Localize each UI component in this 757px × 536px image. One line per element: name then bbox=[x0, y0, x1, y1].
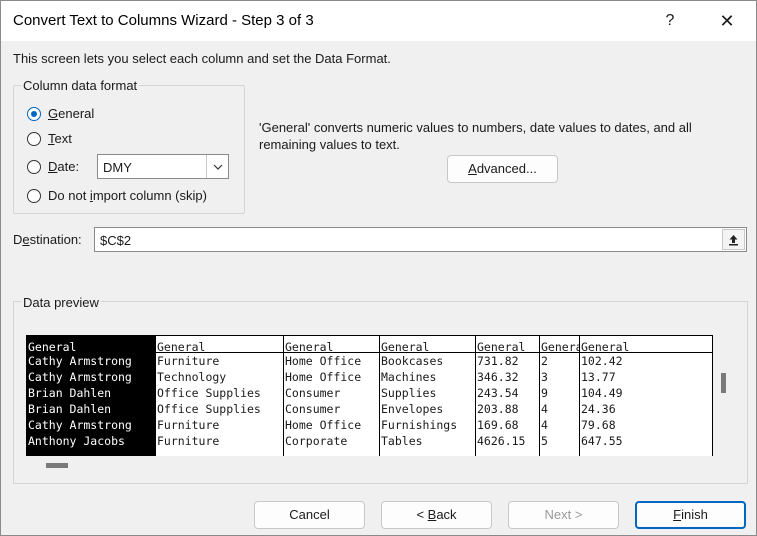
destination-value: $C$2 bbox=[100, 233, 132, 248]
destination-label: Destination: bbox=[13, 232, 82, 247]
preview-cell: Cathy Armstrong bbox=[28, 418, 132, 432]
wizard-description: This screen lets you select each column … bbox=[13, 51, 391, 66]
preview-cell: Technology bbox=[157, 370, 227, 384]
column-header: General bbox=[580, 336, 712, 353]
preview-cell: 104.49 bbox=[581, 386, 623, 400]
back-button[interactable]: < Back bbox=[381, 501, 492, 529]
data-preview-legend: Data preview bbox=[21, 295, 101, 310]
preview-cell: Furnishings bbox=[381, 418, 458, 432]
preview-cell: 243.54 bbox=[477, 386, 519, 400]
horizontal-scrollbar-thumb[interactable] bbox=[46, 463, 68, 468]
destination-input[interactable]: $C$2 bbox=[94, 227, 747, 252]
finish-button[interactable]: Finish bbox=[635, 501, 746, 529]
preview-cell: Envelopes bbox=[381, 402, 444, 416]
column-header: General bbox=[284, 336, 379, 353]
radio-text-label: Text bbox=[48, 131, 72, 146]
preview-column-5[interactable]: General 731.82 346.32 243.54 203.88 169.… bbox=[475, 336, 539, 456]
radio-date-button[interactable] bbox=[27, 159, 41, 174]
title-bar: Convert Text to Columns Wizard - Step 3 … bbox=[1, 1, 756, 41]
preview-cell: 4626.15 bbox=[477, 434, 526, 448]
radio-date-label: Date: bbox=[48, 159, 80, 174]
preview-column-1[interactable]: General Cathy Armstrong Cathy Armstrong … bbox=[26, 336, 155, 456]
column-header: General bbox=[476, 336, 539, 353]
collapse-dialog-icon[interactable] bbox=[722, 229, 745, 250]
advanced-button[interactable]: Advanced... bbox=[447, 155, 558, 183]
preview-cell: Furniture bbox=[157, 418, 220, 432]
preview-cell: 4 bbox=[541, 402, 548, 416]
preview-cell: Brian Dahlen bbox=[28, 402, 112, 416]
preview-cell: Tables bbox=[381, 434, 423, 448]
preview-cell: 102.42 bbox=[581, 354, 623, 368]
preview-column-2[interactable]: General Furniture Technology Office Supp… bbox=[155, 336, 283, 456]
preview-cell: 4 bbox=[541, 418, 548, 432]
preview-cell: Corporate bbox=[285, 434, 348, 448]
radio-text[interactable]: Text bbox=[27, 131, 72, 146]
preview-cell: 203.88 bbox=[477, 402, 519, 416]
preview-cell: Consumer bbox=[285, 386, 341, 400]
preview-cell: Bookcases bbox=[381, 354, 444, 368]
preview-cell: 5 bbox=[541, 434, 548, 448]
column-format-legend: Column data format bbox=[21, 78, 140, 93]
preview-cell: 2 bbox=[541, 354, 548, 368]
radio-date[interactable]: Date: bbox=[27, 159, 79, 174]
preview-column-6[interactable]: General 2 3 9 4 4 5 bbox=[539, 336, 579, 456]
radio-general-label: General bbox=[48, 106, 95, 121]
vertical-scrollbar-thumb[interactable] bbox=[721, 373, 726, 393]
preview-cell: Home Office bbox=[285, 370, 362, 384]
help-button[interactable]: ? bbox=[656, 7, 684, 35]
preview-cell: 79.68 bbox=[581, 418, 616, 432]
radio-skip-label: Do not import column (skip) bbox=[48, 188, 207, 203]
next-button[interactable]: Next > bbox=[508, 501, 619, 529]
close-button[interactable]: ✕ bbox=[713, 7, 741, 35]
format-info-text: 'General' converts numeric values to num… bbox=[259, 120, 692, 152]
preview-cell: Cathy Armstrong bbox=[28, 370, 132, 384]
column-header: General bbox=[380, 336, 475, 353]
data-preview-grid[interactable]: General Cathy Armstrong Cathy Armstrong … bbox=[26, 335, 713, 456]
preview-cell: Consumer bbox=[285, 402, 341, 416]
preview-cell: 3 bbox=[541, 370, 548, 384]
dialog-title: Convert Text to Columns Wizard - Step 3 … bbox=[13, 12, 314, 29]
preview-cell: Cathy Armstrong bbox=[28, 354, 132, 368]
radio-text-button[interactable] bbox=[27, 131, 41, 146]
preview-cell: Home Office bbox=[285, 354, 362, 368]
preview-column-7[interactable]: General 102.42 13.77 104.49 24.36 79.68 … bbox=[579, 336, 713, 456]
date-format-select[interactable]: DMY bbox=[97, 154, 229, 179]
column-header: General bbox=[540, 336, 579, 353]
preview-cell: 9 bbox=[541, 386, 548, 400]
preview-column-4[interactable]: General Bookcases Machines Supplies Enve… bbox=[379, 336, 475, 456]
preview-cell: 169.68 bbox=[477, 418, 519, 432]
preview-cell: Brian Dahlen bbox=[28, 386, 112, 400]
cancel-button[interactable]: Cancel bbox=[254, 501, 365, 529]
column-header: General bbox=[27, 336, 155, 353]
preview-cell: Furniture bbox=[157, 354, 220, 368]
preview-cell: Office Supplies bbox=[157, 402, 261, 416]
preview-cell: 24.36 bbox=[581, 402, 616, 416]
column-header: General bbox=[156, 336, 283, 353]
radio-general[interactable]: General bbox=[27, 106, 94, 121]
radio-skip-button[interactable] bbox=[27, 188, 41, 203]
preview-cell: Machines bbox=[381, 370, 437, 384]
preview-column-3[interactable]: General Home Office Home Office Consumer… bbox=[283, 336, 379, 456]
preview-cell: 13.77 bbox=[581, 370, 616, 384]
radio-skip[interactable]: Do not import column (skip) bbox=[27, 188, 207, 203]
preview-cell: 647.55 bbox=[581, 434, 623, 448]
preview-cell: Anthony Jacobs bbox=[28, 434, 125, 448]
radio-general-button[interactable] bbox=[27, 106, 41, 121]
preview-cell: 731.82 bbox=[477, 354, 519, 368]
preview-cell: 346.32 bbox=[477, 370, 519, 384]
wizard-dialog: Convert Text to Columns Wizard - Step 3 … bbox=[0, 0, 757, 536]
preview-cell: Home Office bbox=[285, 418, 362, 432]
date-format-value: DMY bbox=[103, 160, 132, 175]
preview-cell: Furniture bbox=[157, 434, 220, 448]
preview-cell: Supplies bbox=[381, 386, 437, 400]
chevron-down-icon[interactable] bbox=[206, 155, 228, 178]
preview-cell: Office Supplies bbox=[157, 386, 261, 400]
